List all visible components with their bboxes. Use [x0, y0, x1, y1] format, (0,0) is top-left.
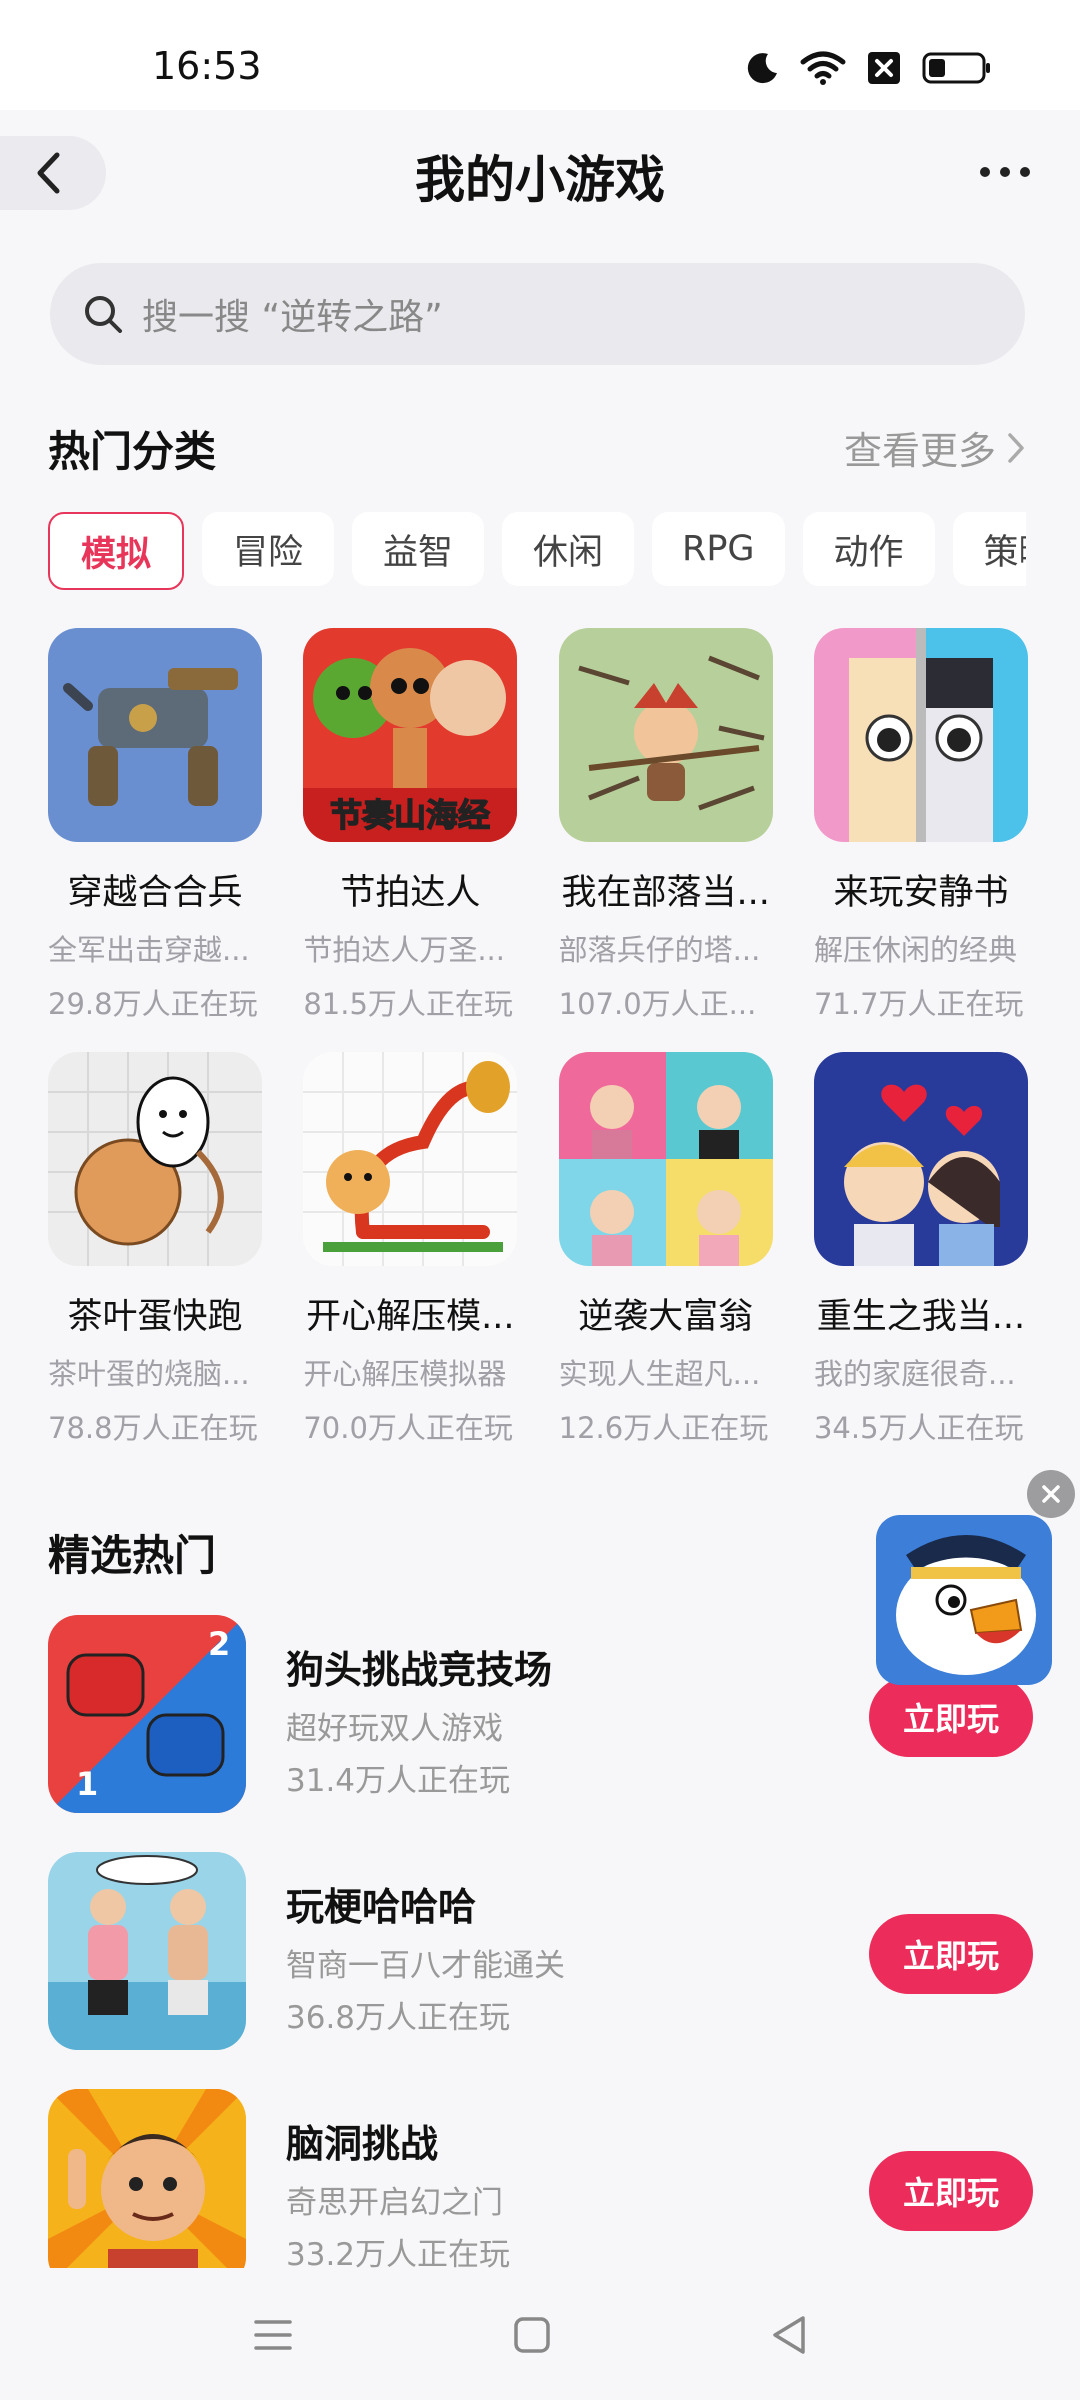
game-icon-boxing: 21: [48, 1615, 246, 1813]
game-name: 重生之我当...: [816, 1297, 1026, 1337]
game-players: 36.8万人正在玩: [286, 2000, 511, 2036]
game-icon-egg: [48, 1052, 262, 1266]
svg-text:1: 1: [76, 1765, 98, 1803]
status-bar: 16:53: [0, 0, 1080, 110]
category-chips: 模拟 冒险 益智 休闲 RPG 动作 策略: [48, 512, 1026, 590]
game-players: 12.6万人正在玩: [558, 1411, 769, 1445]
game-icon-brainhole: [48, 2089, 246, 2287]
game-desc: 奇思开启幻之门: [286, 2185, 503, 2221]
list-item[interactable]: 玩梗哈哈哈 智商一百八才能通关 36.8万人正在玩 立即玩: [48, 1852, 1033, 2089]
battery-icon: [922, 52, 990, 84]
game-name: 开心解压模...: [306, 1297, 515, 1337]
see-more-link[interactable]: 查看更多: [844, 420, 1026, 475]
game-card[interactable]: 逆袭大富翁 实现人生超凡... 12.6万人正在玩: [558, 1052, 773, 1447]
play-now-button[interactable]: 立即玩: [869, 1677, 1033, 1757]
game-players: 81.5万人正在玩: [303, 987, 513, 1021]
game-desc: 全军出击穿越...: [48, 933, 250, 967]
search-bar[interactable]: 搜一搜 “逆转之路”: [50, 263, 1025, 365]
game-name: 狗头挑战竞技场: [286, 1648, 553, 1692]
search-placeholder: 搜一搜 “逆转之路”: [142, 297, 443, 338]
play-now-button[interactable]: 立即玩: [869, 2151, 1033, 2231]
chip-adventure[interactable]: 冒险: [202, 512, 334, 586]
game-grid-row-2: 茶叶蛋快跑 茶叶蛋的烧脑... 78.8万人正在玩 开心解压模... 开心解压模…: [48, 1052, 1028, 1447]
game-card[interactable]: 节奏山海经 节拍达人 节拍达人万圣... 81.5万人正在玩: [303, 628, 518, 1023]
game-card[interactable]: 穿越合合兵 全军出击穿越... 29.8万人正在玩: [48, 628, 262, 1023]
chip-simulation[interactable]: 模拟: [48, 512, 184, 590]
game-icon-mech: [48, 628, 262, 842]
featured-title: 精选热门: [48, 1531, 217, 1580]
page-title: 我的小游戏: [415, 151, 665, 209]
game-name: 来玩安静书: [833, 873, 1009, 913]
app-header: 我的小游戏: [0, 110, 1080, 240]
game-name: 逆袭大富翁: [578, 1297, 754, 1337]
chip-action[interactable]: 动作: [802, 512, 935, 586]
chip-casual[interactable]: 休闲: [502, 512, 634, 586]
play-now-button[interactable]: 立即玩: [869, 1914, 1033, 1994]
chip-strategy[interactable]: 策略: [952, 512, 1026, 586]
game-icon-quietbook: [813, 628, 1028, 842]
see-more-label: 查看更多: [843, 429, 996, 473]
game-name: 节拍达人: [340, 873, 481, 913]
floating-game-ad[interactable]: [876, 1515, 1052, 1685]
game-desc: 解压休闲的经典: [813, 933, 1017, 967]
search-icon: [85, 296, 122, 333]
game-card[interactable]: 重生之我当... 我的家庭很奇... 34.5万人正在玩: [813, 1052, 1028, 1447]
game-grid-row-1: 穿越合合兵 全军出击穿越... 29.8万人正在玩 节奏山海经 节拍达人 节拍达…: [48, 628, 1028, 1023]
more-button[interactable]: [970, 152, 1040, 192]
more-icon: [980, 167, 990, 177]
game-card[interactable]: 开心解压模... 开心解压模拟器 70.0万人正在玩: [303, 1052, 518, 1447]
game-icon-meme: [48, 1852, 246, 2050]
sim-off-icon: [868, 52, 900, 84]
game-icon-doge: [303, 1052, 518, 1266]
game-desc: 开心解压模拟器: [303, 1357, 507, 1391]
close-icon: [1042, 1485, 1060, 1503]
game-players: 71.7万人正在玩: [813, 987, 1024, 1021]
game-name: 茶叶蛋快跑: [67, 1297, 243, 1337]
chip-rpg[interactable]: RPG: [652, 512, 785, 586]
game-card[interactable]: 来玩安静书 解压休闲的经典 71.7万人正在玩: [813, 628, 1028, 1023]
system-nav-bar: [0, 2268, 1080, 2400]
game-desc: 茶叶蛋的烧脑...: [48, 1357, 250, 1391]
game-icon-tycoon: [558, 1052, 773, 1266]
game-players: 70.0万人正在玩: [303, 1411, 513, 1445]
rhythm-icon-text: 节奏山海经: [330, 796, 490, 834]
moon-icon: [747, 53, 777, 84]
hot-categories-title: 热门分类: [48, 427, 217, 476]
featured-list: 21 狗头挑战竞技场 超好玩双人游戏 31.4万人正在玩 立即玩 玩梗哈哈哈 智…: [48, 1615, 1033, 2326]
game-desc: 节拍达人万圣...: [303, 933, 505, 967]
home-icon[interactable]: [507, 2310, 557, 2360]
game-card[interactable]: 茶叶蛋快跑 茶叶蛋的烧脑... 78.8万人正在玩: [48, 1052, 262, 1447]
chevron-right-icon: [1008, 432, 1024, 463]
game-name: 穿越合合兵: [67, 873, 243, 913]
close-ad-button[interactable]: [1027, 1470, 1075, 1518]
game-players: 78.8万人正在玩: [48, 1411, 258, 1445]
back-nav-icon[interactable]: [765, 2310, 815, 2360]
game-name: 玩梗哈哈哈: [286, 1885, 477, 1929]
game-players: 34.5万人正在玩: [813, 1411, 1024, 1445]
game-name: 脑洞挑战: [286, 2122, 439, 2166]
status-time: 16:53: [152, 44, 262, 88]
svg-text:2: 2: [208, 1625, 230, 1663]
game-desc: 我的家庭很奇...: [813, 1357, 1016, 1391]
chip-puzzle[interactable]: 益智: [352, 512, 484, 586]
game-card[interactable]: 我在部落当... 部落兵仔的塔... 107.0万人正...: [558, 628, 773, 1023]
game-icon-tribe: [558, 628, 773, 842]
game-icon-rhythm: 节奏山海经: [303, 628, 518, 842]
game-players: 29.8万人正在玩: [48, 987, 258, 1021]
menu-icon[interactable]: [248, 2310, 298, 2360]
game-name: 我在部落当...: [561, 873, 770, 913]
wifi-icon: [800, 51, 846, 85]
game-icon-reborn: [813, 1052, 1028, 1266]
game-desc: 部落兵仔的塔...: [558, 933, 761, 967]
game-players: 107.0万人正...: [558, 987, 757, 1021]
game-players: 31.4万人正在玩: [286, 1763, 511, 1799]
game-desc: 智商一百八才能通关: [286, 1948, 565, 1984]
status-icons: [746, 48, 992, 88]
game-desc: 实现人生超凡...: [558, 1357, 761, 1391]
game-desc: 超好玩双人游戏: [286, 1711, 503, 1747]
